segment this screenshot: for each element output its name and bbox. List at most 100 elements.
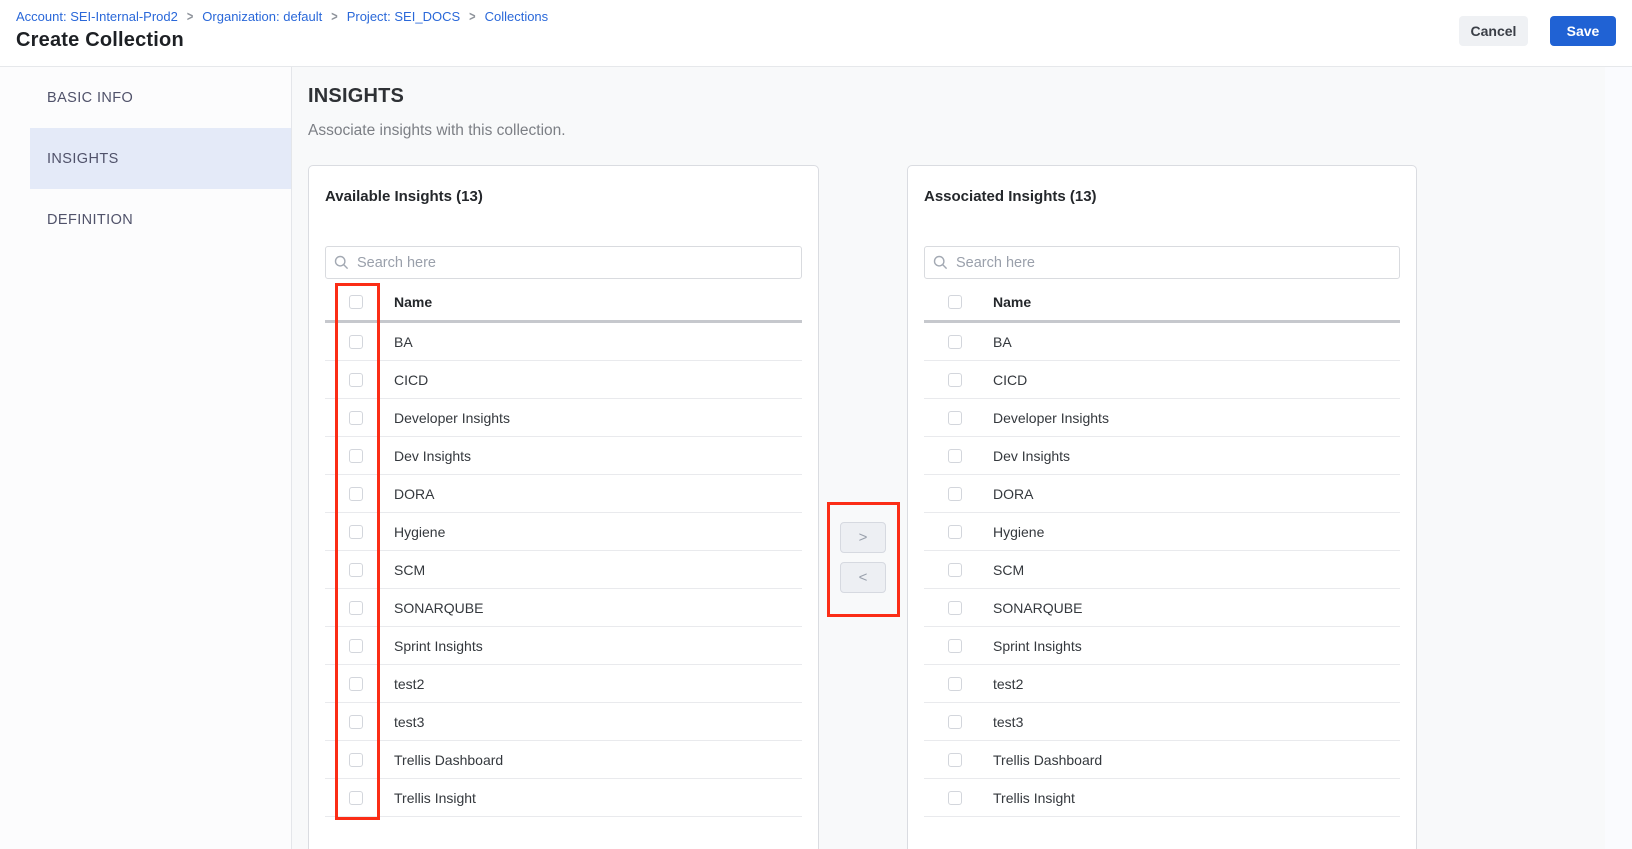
row-checkbox[interactable] — [349, 411, 363, 425]
breadcrumb: Account: SEI-Internal-Prod2 > Organizati… — [16, 9, 1616, 24]
associated-insights-panel: Associated Insights (13) Name — [907, 165, 1417, 849]
table-row[interactable]: Hygiene — [325, 513, 802, 551]
row-label: CICD — [993, 372, 1027, 388]
row-checkbox[interactable] — [948, 373, 962, 387]
row-label: BA — [993, 334, 1012, 350]
row-checkbox[interactable] — [349, 525, 363, 539]
table-row[interactable]: Dev Insights — [924, 437, 1400, 475]
row-label: SCM — [993, 562, 1024, 578]
row-checkbox[interactable] — [349, 791, 363, 805]
available-insights-panel: Available Insights (13) Name — [308, 165, 819, 849]
sidebar-item-definition[interactable]: DEFINITION — [30, 189, 291, 250]
row-label: DORA — [394, 486, 434, 502]
row-checkbox[interactable] — [349, 639, 363, 653]
row-label: Hygiene — [394, 524, 445, 540]
row-label: Trellis Insight — [993, 790, 1075, 806]
table-row[interactable]: Sprint Insights — [325, 627, 802, 665]
table-row[interactable]: Hygiene — [924, 513, 1400, 551]
table-row[interactable]: SCM — [325, 551, 802, 589]
row-checkbox[interactable] — [349, 373, 363, 387]
row-label: Dev Insights — [993, 448, 1070, 464]
move-right-button[interactable]: > — [840, 522, 886, 553]
table-row[interactable]: Trellis Insight — [924, 779, 1400, 817]
breadcrumb-separator-icon: > — [469, 9, 475, 24]
table-row[interactable]: Trellis Insight — [325, 779, 802, 817]
row-checkbox[interactable] — [948, 525, 962, 539]
table-row[interactable]: Dev Insights — [325, 437, 802, 475]
cancel-button[interactable]: Cancel — [1459, 16, 1528, 46]
row-label: BA — [394, 334, 413, 350]
wizard-sidebar: BASIC INFO INSIGHTS DEFINITION — [0, 67, 292, 849]
breadcrumb-separator-icon: > — [331, 9, 337, 24]
select-all-checkbox[interactable] — [948, 295, 962, 309]
breadcrumb-link-project[interactable]: Project: SEI_DOCS — [347, 9, 460, 24]
row-checkbox[interactable] — [948, 753, 962, 767]
table-row[interactable]: DORA — [325, 475, 802, 513]
associated-table-header: Name — [924, 283, 1400, 323]
table-row[interactable]: Sprint Insights — [924, 627, 1400, 665]
breadcrumb-link-organization[interactable]: Organization: default — [202, 9, 322, 24]
row-checkbox[interactable] — [948, 601, 962, 615]
table-row[interactable]: test2 — [325, 665, 802, 703]
row-checkbox[interactable] — [948, 715, 962, 729]
row-checkbox[interactable] — [349, 487, 363, 501]
table-row[interactable]: test3 — [325, 703, 802, 741]
row-checkbox[interactable] — [948, 411, 962, 425]
table-row[interactable]: test2 — [924, 665, 1400, 703]
search-input[interactable] — [325, 246, 802, 279]
header-actions: Cancel Save — [1459, 16, 1616, 46]
table-row[interactable]: CICD — [924, 361, 1400, 399]
row-checkbox[interactable] — [349, 715, 363, 729]
table-row[interactable]: DORA — [924, 475, 1400, 513]
name-column-header: Name — [394, 294, 432, 310]
available-rows: BA CICD Developer Insights — [325, 323, 802, 817]
row-label: Sprint Insights — [394, 638, 483, 654]
row-checkbox[interactable] — [349, 335, 363, 349]
row-label: Sprint Insights — [993, 638, 1082, 654]
select-all-checkbox[interactable] — [349, 295, 363, 309]
table-row[interactable]: Trellis Dashboard — [325, 741, 802, 779]
table-row[interactable]: BA — [325, 323, 802, 361]
search-input[interactable] — [924, 246, 1400, 279]
table-row[interactable]: SCM — [924, 551, 1400, 589]
save-button[interactable]: Save — [1550, 16, 1616, 46]
row-checkbox[interactable] — [948, 563, 962, 577]
row-checkbox[interactable] — [349, 601, 363, 615]
row-checkbox[interactable] — [948, 677, 962, 691]
row-checkbox[interactable] — [349, 449, 363, 463]
page-title: Create Collection — [16, 29, 1616, 52]
breadcrumb-link-collections[interactable]: Collections — [485, 9, 549, 24]
chevron-left-icon: < — [859, 569, 868, 586]
row-checkbox[interactable] — [948, 791, 962, 805]
table-row[interactable]: Developer Insights — [325, 399, 802, 437]
row-label: SONARQUBE — [993, 600, 1082, 616]
transfer-column: > < — [819, 165, 907, 849]
row-checkbox[interactable] — [349, 563, 363, 577]
table-row[interactable]: test3 — [924, 703, 1400, 741]
available-panel-title: Available Insights (13) — [325, 187, 802, 206]
table-row[interactable]: SONARQUBE — [325, 589, 802, 627]
row-label: Trellis Dashboard — [394, 752, 503, 768]
table-row[interactable]: CICD — [325, 361, 802, 399]
row-checkbox[interactable] — [948, 639, 962, 653]
associated-panel-title: Associated Insights (13) — [924, 187, 1400, 206]
table-row[interactable]: BA — [924, 323, 1400, 361]
table-row[interactable]: Developer Insights — [924, 399, 1400, 437]
main-content: INSIGHTS Associate insights with this co… — [292, 67, 1632, 849]
sidebar-item-insights[interactable]: INSIGHTS — [30, 128, 291, 189]
row-checkbox[interactable] — [948, 487, 962, 501]
sidebar-item-basic-info[interactable]: BASIC INFO — [30, 67, 291, 128]
scrollbar-area[interactable] — [1605, 67, 1632, 849]
row-checkbox[interactable] — [948, 449, 962, 463]
chevron-right-icon: > — [859, 529, 868, 546]
breadcrumb-link-account[interactable]: Account: SEI-Internal-Prod2 — [16, 9, 178, 24]
row-label: SCM — [394, 562, 425, 578]
move-left-button[interactable]: < — [840, 562, 886, 593]
row-label: SONARQUBE — [394, 600, 483, 616]
table-row[interactable]: SONARQUBE — [924, 589, 1400, 627]
available-table-header: Name — [325, 283, 802, 323]
row-checkbox[interactable] — [948, 335, 962, 349]
row-checkbox[interactable] — [349, 677, 363, 691]
table-row[interactable]: Trellis Dashboard — [924, 741, 1400, 779]
row-checkbox[interactable] — [349, 753, 363, 767]
